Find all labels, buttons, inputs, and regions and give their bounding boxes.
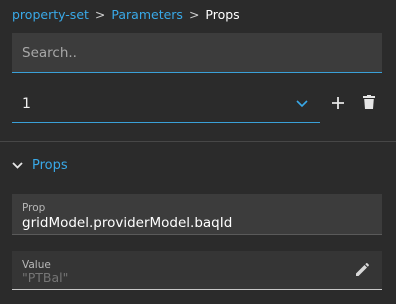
prop-field-value: gridModel.providerModel.baqId [22, 215, 233, 231]
plus-icon [332, 94, 344, 113]
chevron-down-icon [12, 159, 24, 171]
breadcrumb: property-set > Parameters > Props [12, 5, 240, 23]
section-divider [0, 141, 396, 142]
value-field[interactable]: Value "PTBal" [12, 251, 382, 290]
trash-icon [363, 94, 375, 113]
chevron-down-icon[interactable] [296, 97, 310, 111]
section-title: Props [32, 157, 68, 173]
add-button[interactable] [328, 93, 348, 113]
breadcrumb-link-property-set[interactable]: property-set [12, 7, 89, 22]
set-selector-value: 1 [22, 96, 31, 112]
set-selector[interactable]: 1 [12, 86, 320, 123]
search-input[interactable] [12, 33, 382, 72]
delete-button[interactable] [359, 93, 379, 113]
search-box [12, 33, 382, 73]
breadcrumb-separator: > [94, 6, 106, 22]
props-section-header[interactable]: Props [12, 155, 68, 175]
breadcrumb-current: Props [205, 6, 240, 22]
breadcrumb-link-parameters[interactable]: Parameters [111, 7, 183, 22]
value-field-placeholder: "PTBal" [22, 270, 69, 285]
pencil-icon[interactable] [354, 262, 370, 278]
prop-field[interactable]: Prop gridModel.providerModel.baqId [12, 194, 382, 235]
breadcrumb-separator: > [188, 6, 200, 22]
prop-field-label: Prop [22, 202, 46, 214]
